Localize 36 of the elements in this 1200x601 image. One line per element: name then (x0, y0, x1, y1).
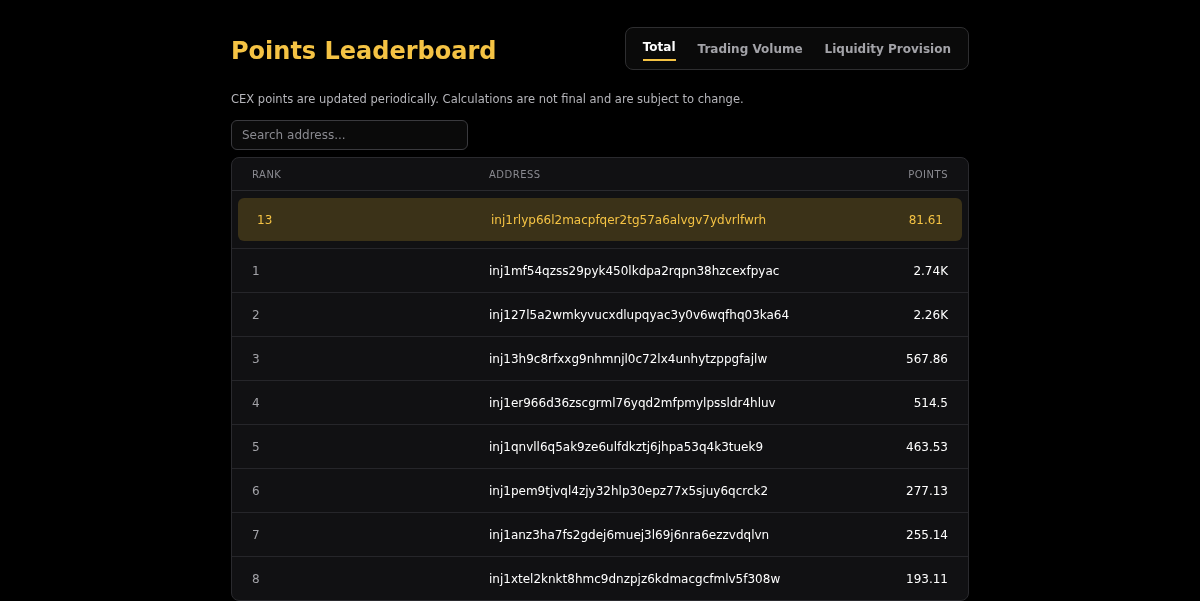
rank-cell-text: 4 (252, 394, 261, 412)
rank-cell-text: 8 (252, 570, 261, 588)
points-cell-text: 81.61 (907, 211, 943, 229)
address-cell-text: inj13h9c8rfxxg9nhmnjl0c72lx4unhytzppgfajlw (489, 350, 769, 368)
tab[interactable]: Total (642, 36, 676, 61)
rank-cell-text: 5 (252, 438, 261, 456)
address-cell-text: inj1pem9tjvql4zjy32hlp30epz77x5sjuy6qcrck2 (489, 482, 770, 500)
address-cell-text: inj127l5a2wmkyvucxdlupqyac3y0v6wqfhq03ka64 (489, 306, 791, 324)
column-header: ADDRESS (489, 167, 542, 182)
address-cell-text: inj1mf54qzss29pyk450lkdpa2rqpn38hzcexfpyac (489, 262, 781, 280)
rank-cell-text: 7 (252, 526, 261, 544)
rank-cell-text: 1 (252, 262, 261, 280)
address-cell-text: inj1xtel2knkt8hmc9dnzpjz6kdmacgcfmlv5f308w (489, 570, 782, 588)
column-header: RANK (252, 167, 283, 182)
address-cell-text: inj1rlyp66l2macpfqer2tg57a6alvgv7ydvrlfwrh (491, 211, 768, 229)
points-cell-text: 255.14 (905, 526, 948, 544)
address-cell-text: inj1anz3ha7fs2gdej6muej3l69j6nra6ezzvdqlvn (489, 526, 771, 544)
tab[interactable]: Liquidity Provision (824, 34, 951, 63)
rank-cell-text: 13 (257, 211, 274, 229)
tab[interactable]: Trading Volume (697, 34, 803, 63)
points-cell-text: 463.53 (905, 438, 948, 456)
points-cell-text: 514.5 (912, 394, 948, 412)
points-cell-text: 2.74K (912, 262, 948, 280)
points-cell-text: 2.26K (912, 306, 948, 324)
points-cell-text: 193.11 (905, 570, 948, 588)
address-cell-text: inj1qnvll6q5ak9ze6ulfdkztj6jhpa53q4k3tuek9 (489, 438, 765, 456)
search-field[interactable]: Search address... (231, 120, 468, 150)
notice-text: CEX points are updated periodically. Calculations are not final and are subject to change. (231, 91, 745, 108)
points-cell-text: 567.86 (905, 350, 948, 368)
points-cell-text: 277.13 (905, 482, 948, 500)
column-header: POINTS (907, 167, 948, 182)
rank-cell-text: 6 (252, 482, 261, 500)
rank-cell-text: 3 (252, 350, 261, 368)
address-cell-text: inj1er966d36zscgrml76yqd2mfpmylpssldr4hluv (489, 394, 777, 412)
page-title: Points Leaderboard (231, 36, 497, 67)
rank-cell-text: 2 (252, 306, 261, 324)
